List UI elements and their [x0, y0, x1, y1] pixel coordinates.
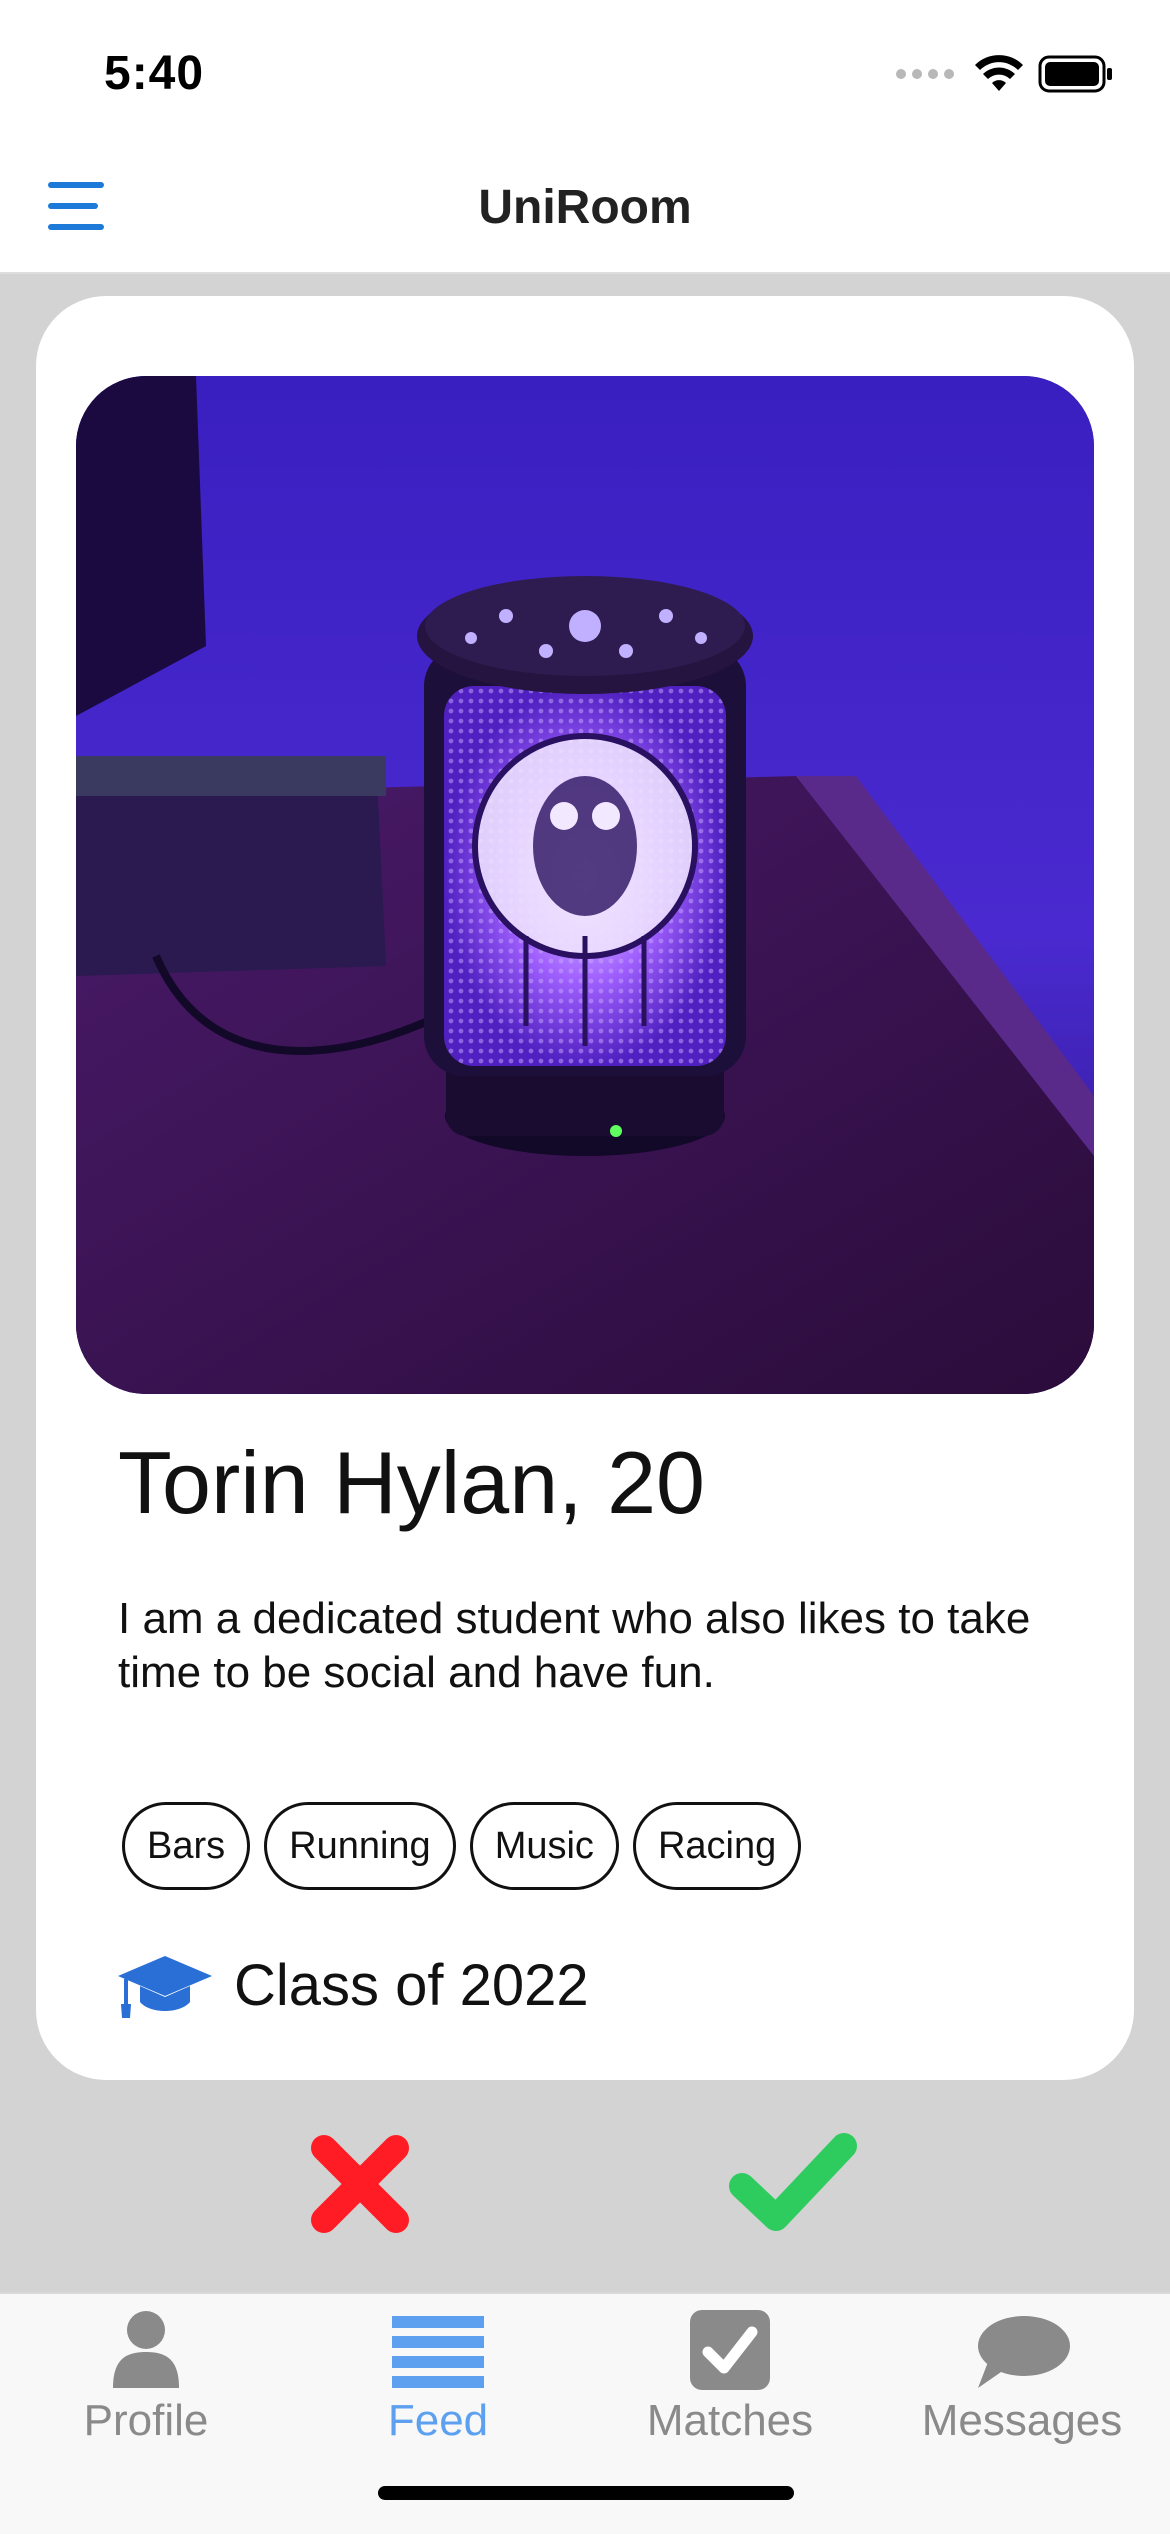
profile-photo — [76, 376, 1094, 1394]
status-time: 5:40 — [104, 47, 205, 100]
tab-label-feed: Feed — [387, 2396, 489, 2445]
graduation-cap-icon — [118, 1955, 212, 2018]
profile-card[interactable]: Torin Hylan, 20 I am a dedicated student… — [36, 296, 1134, 2080]
interest-tags: Bars Running Music Racing — [122, 1802, 802, 1890]
home-indicator[interactable] — [378, 2486, 794, 2500]
red-x-icon — [311, 2135, 409, 2233]
profile-name: Torin Hylan, 20 — [118, 1433, 705, 1532]
accept-button[interactable] — [726, 2130, 860, 2236]
tab-label-matches: Matches — [646, 2396, 814, 2445]
status-icons — [896, 52, 1114, 96]
tab-label-messages: Messages — [921, 2396, 1123, 2445]
app-title: UniRoom — [478, 181, 692, 234]
class-year-row: Class of 2022 — [116, 1952, 589, 2019]
tab-label-profile: Profile — [83, 2396, 209, 2445]
reject-button[interactable] — [308, 2132, 412, 2236]
tab-feed[interactable]: Feed — [292, 2304, 584, 2454]
person-icon — [113, 2311, 179, 2388]
class-year: Class of 2022 — [234, 1953, 589, 2018]
tag-bars: Bars — [122, 1802, 251, 1890]
nav-bar: UniRoom — [0, 140, 1170, 274]
tag-music: Music — [469, 1802, 619, 1890]
chat-bubble-icon — [978, 2316, 1070, 2388]
green-check-icon — [729, 2133, 857, 2231]
cellular-signal-icon — [896, 69, 954, 79]
tag-running: Running — [264, 1802, 456, 1890]
tab-messages[interactable]: Messages — [876, 2304, 1168, 2454]
status-bar: 5:40 — [0, 0, 1170, 140]
list-icon — [392, 2316, 484, 2388]
wifi-icon — [975, 55, 1023, 91]
checkbox-icon — [690, 2310, 770, 2390]
profile-bio: I am a dedicated student who also likes … — [118, 1594, 1031, 1697]
tab-profile[interactable]: Profile — [0, 2304, 292, 2454]
tag-racing: Racing — [632, 1802, 802, 1890]
tab-matches[interactable]: Matches — [584, 2304, 876, 2454]
battery-icon — [1038, 55, 1112, 93]
